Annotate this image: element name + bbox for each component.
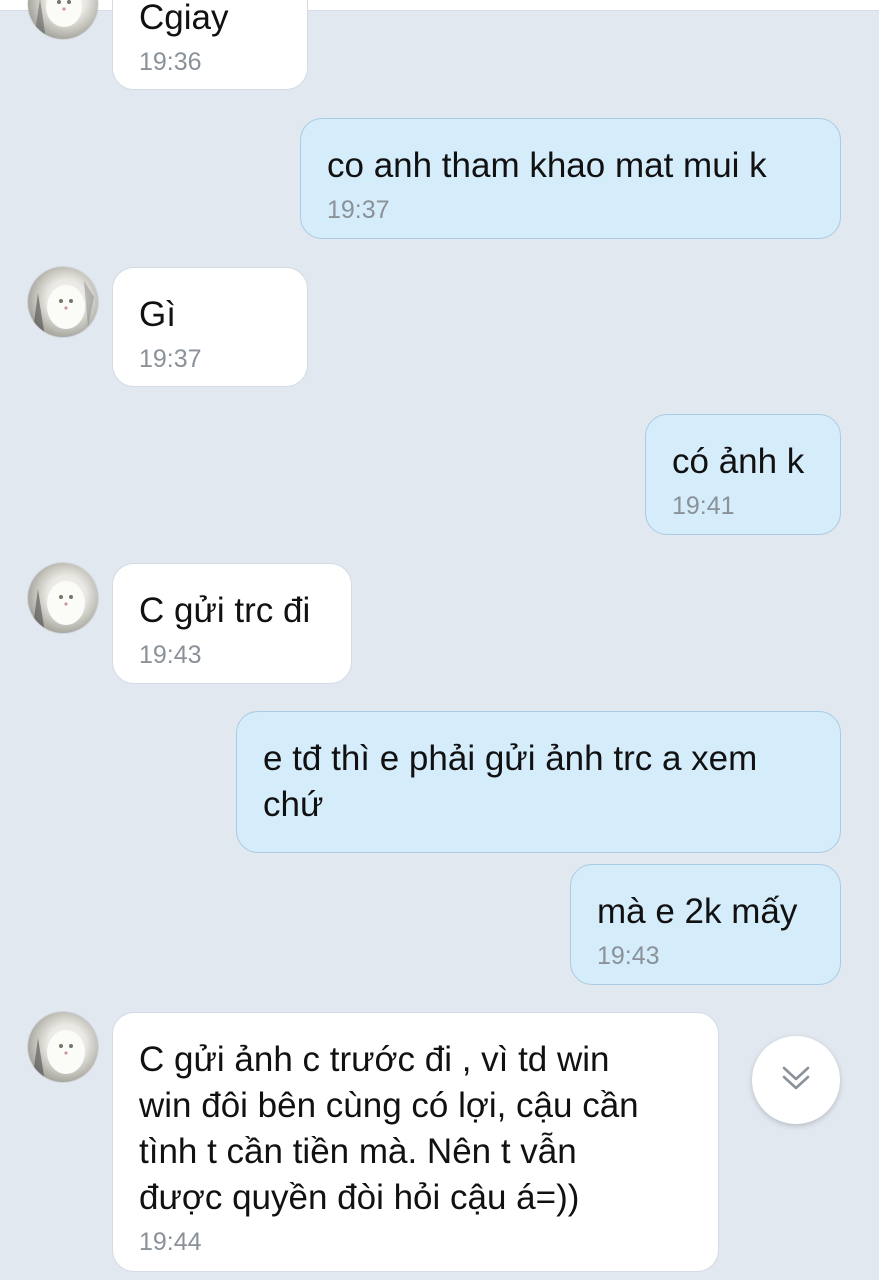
contact-avatar[interactable]	[28, 0, 98, 39]
message-text: Cgiay	[139, 0, 229, 37]
message-text: e tđ thì e phải gửi ảnh trc a xem chứ	[263, 739, 758, 824]
message-timestamp: 19:37	[139, 345, 202, 373]
contact-avatar[interactable]	[28, 267, 98, 337]
contact-avatar[interactable]	[28, 563, 98, 633]
message-bubble-outgoing[interactable]: co anh tham khao mat mui k 19:37	[300, 118, 841, 239]
message-bubble-outgoing[interactable]: mà e 2k mấy 19:43	[570, 864, 841, 985]
message-bubble-incoming[interactable]: C gửi trc đi 19:43	[112, 563, 352, 684]
message-timestamp: 19:43	[139, 641, 202, 669]
message-bubble-incoming[interactable]: Gì 19:37	[112, 267, 308, 387]
message-timestamp: 19:41	[672, 492, 735, 520]
contact-avatar[interactable]	[28, 1012, 98, 1082]
message-bubble-outgoing[interactable]: e tđ thì e phải gửi ảnh trc a xem chứ	[236, 711, 841, 853]
message-timestamp: 19:36	[139, 48, 202, 76]
message-text: C gửi trc đi	[139, 591, 311, 630]
message-bubble-incoming[interactable]: Cgiay 19:36	[112, 0, 308, 90]
message-text: Gì	[139, 295, 176, 334]
message-text: mà e 2k mấy	[597, 892, 798, 931]
message-timestamp: 19:44	[139, 1228, 202, 1256]
message-text: co anh tham khao mat mui k	[327, 146, 767, 185]
double-chevron-down-icon	[779, 1061, 813, 1100]
message-bubble-outgoing[interactable]: có ảnh k 19:41	[645, 414, 841, 535]
message-timestamp: 19:43	[597, 942, 660, 970]
message-text: có ảnh k	[672, 442, 805, 481]
message-text: C gửi ảnh c trước đi , vì td win win đôi…	[139, 1040, 639, 1217]
message-bubble-incoming[interactable]: C gửi ảnh c trước đi , vì td win win đôi…	[112, 1012, 719, 1272]
scroll-to-bottom-button[interactable]	[752, 1036, 840, 1124]
message-timestamp: 19:37	[327, 196, 390, 224]
